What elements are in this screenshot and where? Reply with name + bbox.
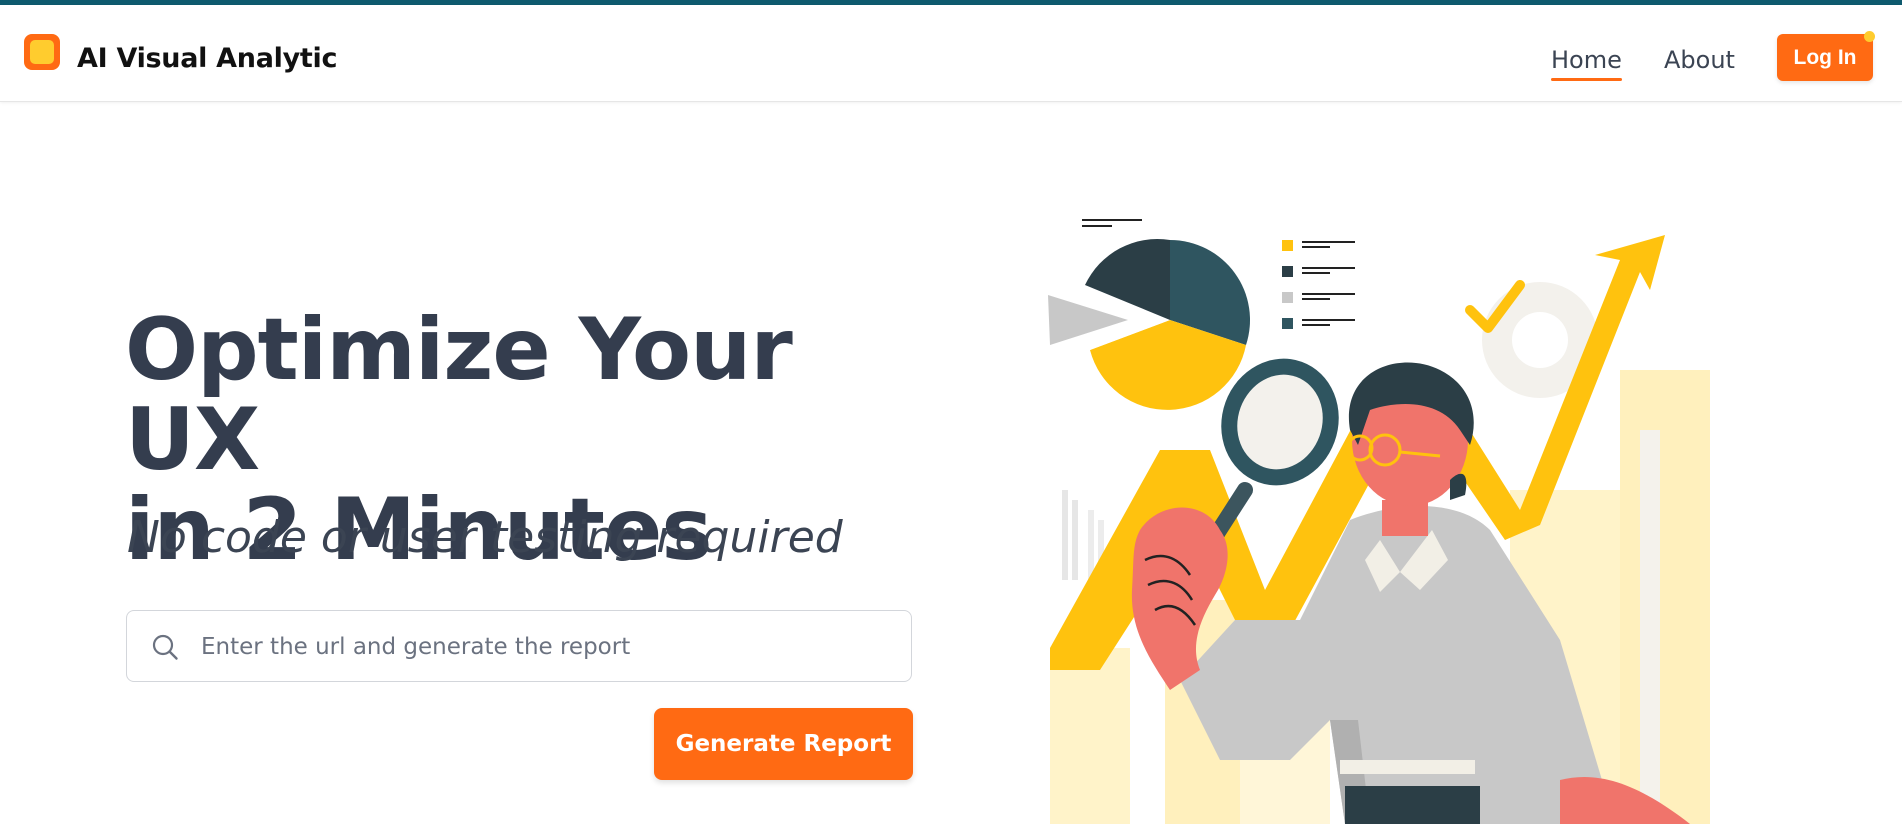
search-icon [152, 634, 178, 660]
hero-title-line-1: Optimize Your UX [125, 300, 793, 490]
login-button[interactable]: Log In [1777, 34, 1873, 81]
notification-dot [1864, 31, 1875, 42]
analytics-illustration [1048, 219, 1710, 824]
nav-link-about[interactable]: About [1664, 45, 1735, 75]
nav-link-home[interactable]: Home [1551, 45, 1622, 81]
app-logo-icon[interactable] [24, 34, 60, 70]
navbar: AI Visual Analytic Home About Log In [0, 5, 1902, 102]
nav-about-label: About [1664, 46, 1735, 74]
brand-name[interactable]: AI Visual Analytic [77, 43, 337, 75]
url-search-box[interactable] [126, 610, 912, 682]
url-input[interactable] [199, 621, 893, 673]
nav-home-label: Home [1551, 46, 1622, 74]
logo-inner-square [30, 40, 54, 64]
hero-subtitle: No code or user testing required [127, 512, 843, 563]
active-nav-underline [1551, 78, 1622, 81]
generate-report-button[interactable]: Generate Report [654, 708, 913, 780]
